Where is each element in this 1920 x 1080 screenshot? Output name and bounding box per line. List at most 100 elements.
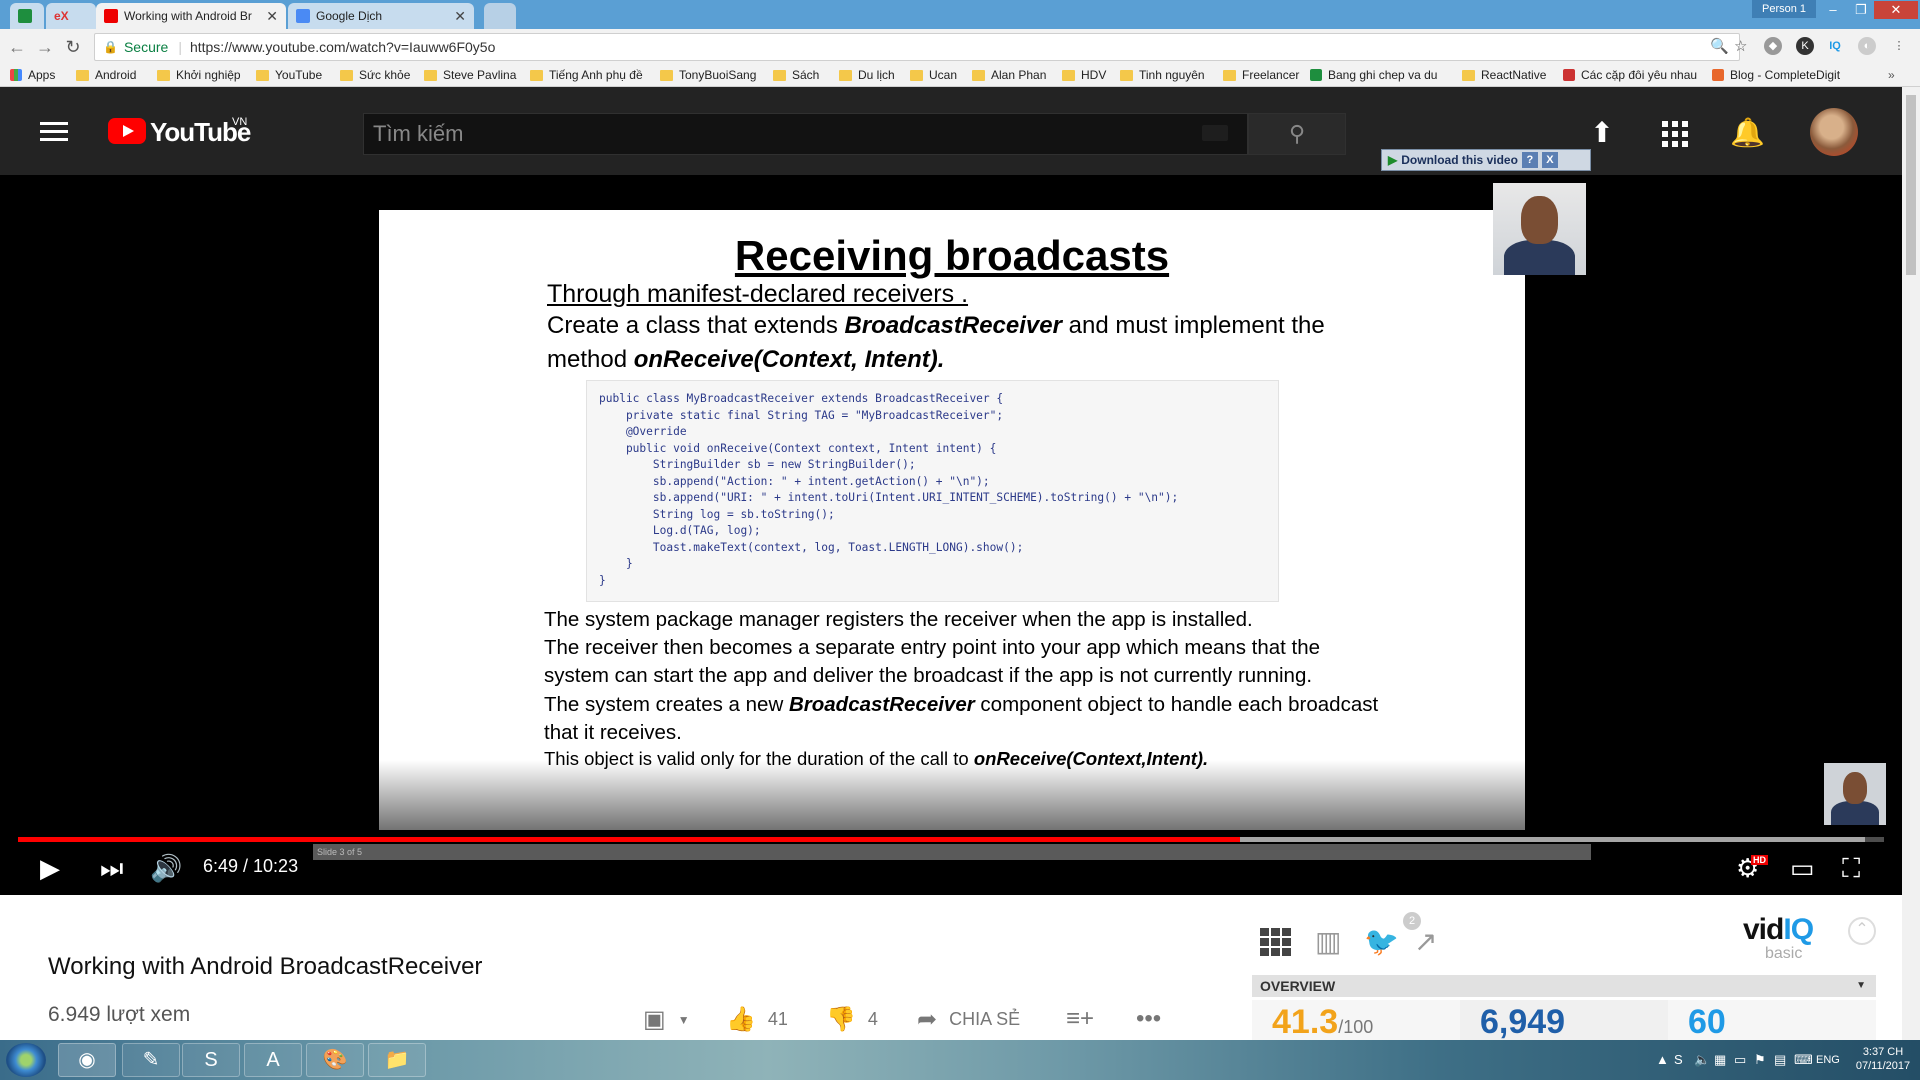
bookmark-sheet[interactable]: Bang ghi chep va du — [1310, 68, 1437, 82]
language-indicator[interactable]: ENG — [1816, 1054, 1840, 1066]
android-studio-icon: A — [266, 1049, 280, 1071]
bookmarks-bar: Apps Android Khởi nghiệp YouTube Sức khỏ… — [0, 65, 1920, 87]
new-tab-button[interactable] — [484, 3, 516, 29]
restore-icon[interactable]: ❐ — [1846, 1, 1876, 19]
collapse-icon[interactable]: ⌃ — [1848, 917, 1876, 945]
youtube-logo-icon[interactable] — [108, 118, 146, 144]
close-tab-icon[interactable]: ✕ — [448, 8, 466, 25]
theater-mode-icon[interactable]: ▭ — [1790, 853, 1815, 884]
dislike-button[interactable]: 👎 4 — [826, 1005, 878, 1034]
taskbar-app[interactable]: ✎ — [122, 1043, 180, 1077]
bookmark-folder[interactable]: Tiếng Anh phụ đề — [530, 68, 643, 82]
search-input[interactable]: Tìm kiếm — [363, 113, 1248, 155]
taskbar-paint[interactable]: 🎨 — [306, 1043, 364, 1077]
volume-icon[interactable]: 🔊 — [150, 853, 182, 884]
address-bar[interactable]: 🔒 Secure | https://www.youtube.com/watch… — [94, 33, 1740, 61]
window-close-icon[interactable]: ✕ — [1874, 1, 1918, 19]
tab-ex[interactable]: eX — [46, 3, 96, 29]
menu-icon[interactable] — [40, 122, 68, 146]
taskbar-skype[interactable]: S — [182, 1043, 240, 1077]
tab-youtube-active[interactable]: Working with Android Br ✕ — [96, 3, 286, 29]
bookmark-folder[interactable]: YouTube — [256, 68, 322, 82]
vidiq-tags-button[interactable]: ▣ ▼ — [643, 1005, 690, 1034]
extension-icon[interactable]: ◐ — [1858, 37, 1876, 55]
grid-icon[interactable] — [1260, 928, 1291, 956]
forward-icon[interactable]: → — [34, 36, 56, 58]
tab-google-translate[interactable]: Google Dịch ✕ — [288, 3, 474, 29]
bookmark-link[interactable]: Các cặp đôi yêu nhau — [1563, 68, 1697, 82]
bookmark-folder[interactable]: Freelancer — [1223, 68, 1299, 82]
share-button[interactable]: ➦ CHIA SẺ — [917, 1005, 1020, 1034]
next-button[interactable]: ⏭ — [100, 853, 123, 885]
volume-tray-icon[interactable]: 🔈 — [1694, 1052, 1710, 1068]
start-button[interactable] — [6, 1043, 46, 1077]
zoom-icon[interactable]: 🔍 — [1710, 37, 1729, 55]
bookmark-folder[interactable]: Khởi nghiệp — [157, 68, 241, 82]
page-scrollbar[interactable] — [1902, 87, 1920, 1040]
bookmark-folder[interactable]: HDV — [1062, 68, 1106, 82]
twitter-icon[interactable]: 🐦 — [1364, 925, 1399, 958]
trending-icon[interactable]: ↗ — [1414, 925, 1437, 958]
folder-icon — [530, 69, 543, 81]
display-icon[interactable]: ▭ — [1734, 1052, 1746, 1068]
taskbar-explorer[interactable]: 📁 — [368, 1043, 426, 1077]
youtube-icon — [104, 9, 118, 23]
reload-icon[interactable]: ↻ — [62, 36, 84, 58]
overview-header[interactable]: OVERVIEW ▼ — [1252, 975, 1876, 997]
avatar[interactable] — [1810, 108, 1858, 156]
play-button[interactable]: ▶ — [40, 853, 60, 884]
show-hidden-icons[interactable]: ▲ — [1656, 1052, 1669, 1067]
like-button[interactable]: 👍 41 — [726, 1005, 788, 1034]
bookmark-folder[interactable]: Sức khỏe — [340, 68, 410, 82]
lock-icon: 🔒 — [103, 40, 118, 54]
view-count: 6.949 lượt xem — [48, 1003, 191, 1026]
profile-button[interactable]: Person 1 — [1752, 0, 1816, 18]
video-player[interactable]: Receiving broadcasts Through manifest-de… — [0, 175, 1902, 895]
tab-sheets[interactable] — [10, 3, 44, 29]
keyboard-layout-icon[interactable]: ⌨ — [1794, 1052, 1813, 1068]
vidiq-extension-icon[interactable]: IQ — [1826, 37, 1844, 55]
bookmark-folder[interactable]: Du lịch — [839, 68, 895, 82]
search-button[interactable]: ⚲ — [1248, 113, 1346, 155]
more-actions-button[interactable]: ••• — [1136, 1005, 1173, 1033]
bookmark-star-icon[interactable]: ☆ — [1734, 37, 1747, 55]
extension-icon[interactable]: ◆ — [1764, 37, 1782, 55]
close-button[interactable]: X — [1541, 152, 1558, 168]
video-progress-bar[interactable] — [18, 837, 1884, 842]
taskbar-android-studio[interactable]: A — [244, 1043, 302, 1077]
bookmark-folder[interactable]: Steve Pavlina — [424, 68, 516, 82]
bookmark-folder[interactable]: TonyBuoiSang — [660, 68, 756, 82]
clock[interactable]: 3:37 CH 07/11/2017 — [1853, 1045, 1913, 1073]
more-bookmarks-icon[interactable]: » — [1888, 68, 1895, 82]
bookmark-folder[interactable]: Android — [76, 68, 136, 82]
notifications-bell-icon[interactable]: 🔔 — [1730, 116, 1765, 149]
download-label[interactable]: Download this video — [1401, 153, 1518, 167]
minimize-icon[interactable]: – — [1818, 1, 1848, 19]
bookmark-folder[interactable]: Ucan — [910, 68, 957, 82]
bookmark-folder[interactable]: Alan Phan — [972, 68, 1046, 82]
upload-icon[interactable]: ⬆ — [1585, 116, 1619, 149]
scroll-thumb[interactable] — [1906, 95, 1916, 275]
network-icon[interactable]: ▦ — [1714, 1052, 1726, 1068]
bookmark-folder[interactable]: Sách — [773, 68, 819, 82]
extension-k-icon[interactable]: K — [1796, 37, 1814, 55]
bookmark-folder[interactable]: ReactNative — [1462, 68, 1546, 82]
bookmark-link[interactable]: Blog - CompleteDigit — [1712, 68, 1840, 82]
menu-dots-icon[interactable]: ⋮ — [1890, 37, 1908, 55]
taskbar-chrome[interactable]: ◉ — [58, 1043, 116, 1077]
download-video-bar[interactable]: ▶ Download this video ? X — [1381, 149, 1591, 171]
apps-grid-icon[interactable] — [1662, 121, 1688, 147]
bookmark-folder[interactable]: Tinh nguyên — [1120, 68, 1205, 82]
skype-tray-icon[interactable]: S — [1674, 1052, 1683, 1067]
close-tab-icon[interactable]: ✕ — [260, 8, 278, 25]
keyboard-icon[interactable] — [1202, 125, 1228, 141]
fullscreen-icon[interactable]: ⛶ — [1842, 853, 1860, 885]
add-to-playlist-button[interactable]: ≡+ — [1066, 1005, 1106, 1033]
stats-chart-icon[interactable]: ▥ — [1315, 925, 1341, 958]
bookmark-apps[interactable]: Apps — [10, 68, 55, 82]
flag-icon[interactable]: ⚑ — [1754, 1052, 1766, 1068]
video-title: Working with Android BroadcastReceiver — [48, 953, 483, 980]
tray-app-icon[interactable]: ▤ — [1774, 1052, 1786, 1068]
back-icon[interactable]: ← — [6, 36, 28, 58]
help-button[interactable]: ? — [1521, 152, 1538, 168]
